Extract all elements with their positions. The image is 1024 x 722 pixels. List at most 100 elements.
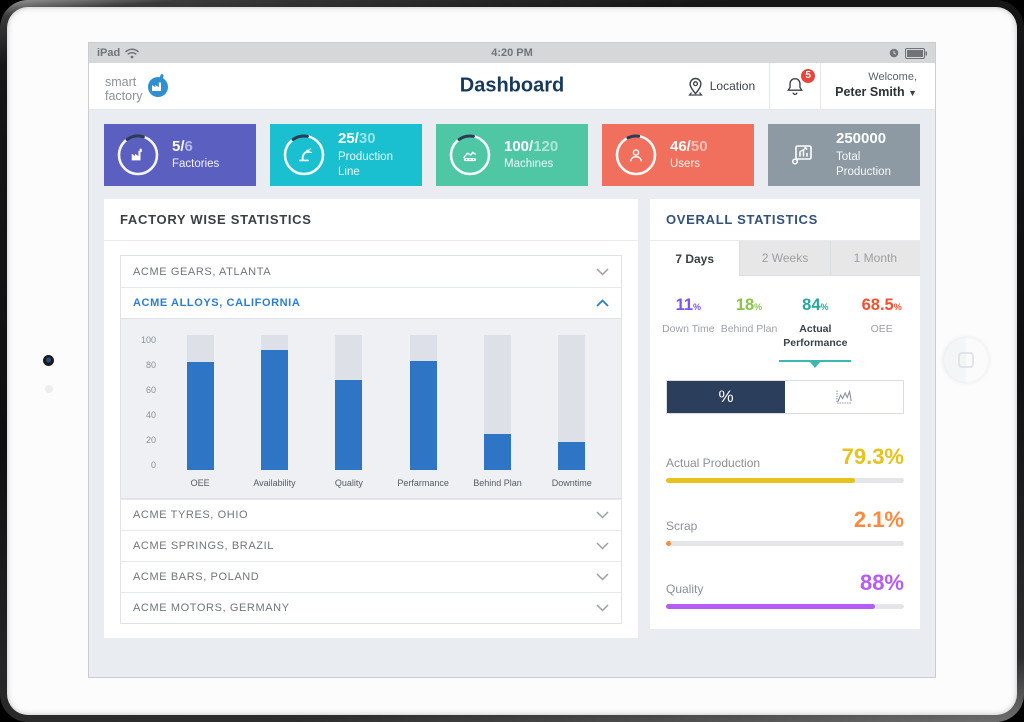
user-name: Peter Smith [835,85,904,99]
machine-icon [460,145,481,166]
stat-card-production-line[interactable]: 25/30 Production Line [270,124,422,186]
location-label: Location [710,79,755,93]
card-label: Production Line [338,150,410,181]
notifications-button[interactable]: 5 [769,63,820,109]
metric-down-time[interactable]: 11% Down Time [658,296,719,362]
page-title: Dashboard [460,75,564,98]
user-icon [626,145,646,165]
accordion-item-acme-bars-poland[interactable]: ACME BARS, POLAND [121,561,621,592]
accordion-item-acme-tyres-ohio[interactable]: ACME TYRES, OHIO [121,499,621,530]
tab-1-month[interactable]: 1 Month [830,241,920,276]
accordion-item-acme-alloys-california[interactable]: ACME ALLOYS, CALIFORNIA [121,287,621,318]
factory-icon [128,145,148,165]
progress-bar [666,604,904,609]
logo-text-line1: smart [105,76,143,90]
chart-bar-availability: Availability [237,335,311,488]
alarm-icon [889,48,899,58]
stat-card-factories[interactable]: 5/6 Factories [104,124,256,186]
app-logo[interactable]: smart factory [89,69,171,103]
wifi-icon [125,48,139,59]
progress-actual-production: Actual Production 79.3% [666,444,904,483]
chevron-up-icon [596,299,609,307]
user-menu-caret-icon: ▼ [908,88,917,98]
percent-view-button[interactable]: % [667,381,785,413]
line-chart-icon [834,389,854,405]
card-value: 250000 [836,130,886,147]
status-device-label: iPad [97,47,120,59]
chart-bar-oee: OEE [163,335,237,488]
card-total: 6 [185,138,193,155]
chevron-down-icon [596,604,609,612]
overall-metrics: 11% Down Time 18% Behind Plan 84% Actual… [650,276,920,362]
chevron-down-icon [596,573,609,581]
card-label: Users [670,157,708,173]
card-label: Machines [504,157,558,173]
chart-view-button[interactable] [785,381,903,413]
robot-arm-icon [294,145,314,165]
chevron-down-icon [596,542,609,550]
accordion-item-acme-gears-atlanta[interactable]: ACME GEARS, ATLANTA [121,256,621,287]
view-mode-toggle: % [666,380,904,414]
smart-factory-logo-icon [145,73,171,99]
chart-bar-performance: Perfarmance [386,335,460,488]
chart-bar-quality: Quality [312,335,386,488]
accordion-item-label: ACME BARS, POLAND [133,571,259,583]
tab-2-weeks[interactable]: 2 Weeks [739,241,829,276]
overall-statistics-panel: OVERALL STATISTICS 7 Days 2 Weeks 1 Mont… [650,199,920,629]
production-chart-icon [788,141,816,169]
chevron-down-icon [596,511,609,519]
factory-accordion: ACME GEARS, ATLANTA ACME ALLOYS, CALIFOR… [120,255,622,624]
accordion-item-label: ACME SPRINGS, BRAZIL [133,540,274,552]
app-header: smart factory Dashboard [89,63,935,110]
ipad-bezel: iPad 4:20 PM [7,7,1017,715]
accordion-item-label: ACME ALLOYS, CALIFORNIA [133,297,300,309]
progress-list: Actual Production 79.3% Scrap 2.1% [650,414,920,629]
metric-behind-plan[interactable]: 18% Behind Plan [719,296,780,362]
stat-card-users[interactable]: 46/50 Users [602,124,754,186]
status-bar: iPad 4:20 PM [89,43,935,63]
battery-icon [905,48,927,59]
card-total: 30 [359,130,376,147]
location-button[interactable]: Location [673,63,769,109]
metric-oee[interactable]: 68.5% OEE [851,296,912,362]
chart-y-axis: 100 80 60 40 20 0 [133,335,163,470]
home-button-square-icon [958,352,974,368]
card-value: 46/ [670,138,691,155]
dashboard-content: 5/6 Factories [89,110,935,677]
notification-badge: 5 [800,68,816,84]
metric-actual-performance[interactable]: 84% Actual Performance [779,296,851,362]
period-tabs: 7 Days 2 Weeks 1 Month [650,241,920,276]
front-camera [43,355,54,366]
accordion-item-acme-motors-germany[interactable]: ACME MOTORS, GERMANY [121,592,621,623]
card-label: Factories [172,157,219,173]
card-total: 50 [691,138,708,155]
ambient-sensor [45,385,53,393]
progress-bar [666,478,904,483]
accordion-item-acme-springs-brazil[interactable]: ACME SPRINGS, BRAZIL [121,530,621,561]
welcome-label: Welcome, [835,71,917,85]
user-menu[interactable]: Welcome, Peter Smith ▼ [820,63,935,109]
progress-quality: Quality 88% [666,570,904,609]
card-value: 25/ [338,130,359,147]
accordion-item-label: ACME GEARS, ATLANTA [133,266,271,278]
card-value: 100/ [504,138,533,155]
progress-scrap: Scrap 2.1% [666,507,904,546]
card-label: Total Production [836,150,908,181]
home-button[interactable] [943,337,989,383]
progress-bar [666,541,904,546]
chart-bar-behind-plan: Behind Plan [460,335,534,488]
accordion-item-label: ACME TYRES, OHIO [133,509,248,521]
stat-card-machines[interactable]: 100/120 Machines [436,124,588,186]
card-total: 120 [533,138,558,155]
chevron-down-icon [596,268,609,276]
selected-metric-marker [779,360,851,362]
stat-card-total-production[interactable]: 250000 Total Production [768,124,920,186]
chart-bar-downtime: Downtime [535,335,609,488]
card-value: 5/ [172,138,185,155]
ipad-device-frame: iPad 4:20 PM [0,0,1024,722]
factory-wise-statistics-panel: FACTORY WISE STATISTICS ACME GEARS, ATLA… [104,199,638,638]
accordion-item-label: ACME MOTORS, GERMANY [133,602,290,614]
factory-bar-chart: 100 80 60 40 20 0 [121,318,621,499]
logo-text-line2: factory [105,90,143,104]
tab-7-days[interactable]: 7 Days [650,241,739,276]
